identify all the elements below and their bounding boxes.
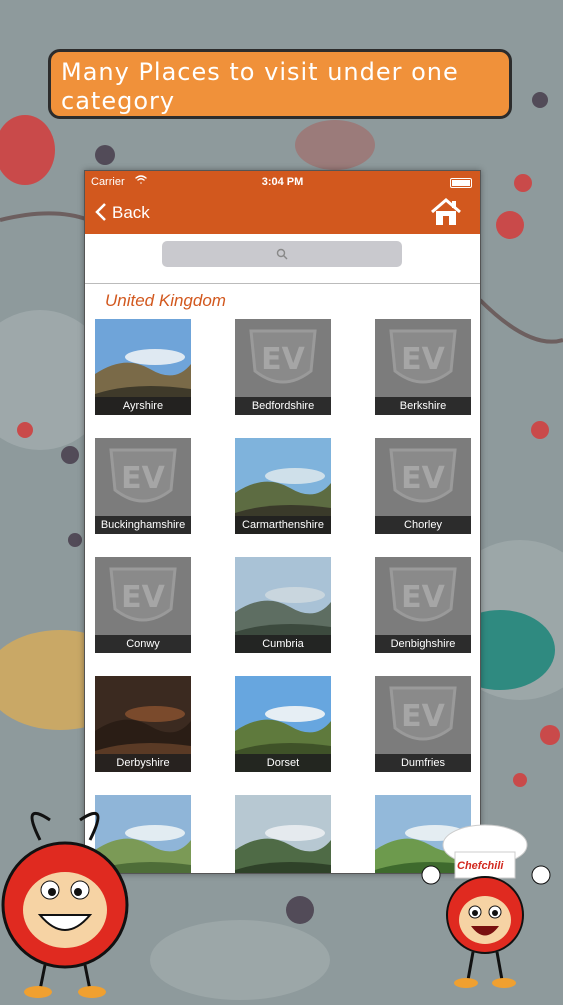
place-label: Chorley: [375, 516, 471, 534]
navigation-bar: Carrier 3:04 PM Back: [85, 171, 480, 234]
place-tile[interactable]: Cumbria: [235, 557, 331, 653]
back-label: Back: [112, 203, 150, 222]
app-screen: Carrier 3:04 PM Back United Kingdom Ayrs…: [84, 170, 481, 874]
place-tile[interactable]: EV Buckinghamshire: [95, 438, 191, 534]
battery-icon: [450, 178, 472, 188]
place-label: Bedfordshire: [235, 397, 331, 415]
place-tile[interactable]: EV Bedfordshire: [235, 319, 331, 415]
search-icon: [276, 248, 288, 260]
place-label: Denbighshire: [375, 635, 471, 653]
place-label: Derbyshire: [95, 754, 191, 772]
place-tile[interactable]: Dorset: [235, 676, 331, 772]
place-tile[interactable]: EV Denbighshire: [375, 557, 471, 653]
ev-logo-icon: EV: [389, 686, 457, 741]
ev-logo-icon: EV: [109, 448, 177, 503]
status-bar: Carrier 3:04 PM: [85, 175, 480, 191]
place-label: Dumfries: [375, 754, 471, 772]
place-tile[interactable]: [235, 795, 331, 873]
ev-logo-icon: EV: [389, 448, 457, 503]
ev-logo-icon: EV: [249, 329, 317, 384]
section-title: United Kingdom: [105, 291, 226, 310]
svg-text:EV: EV: [261, 342, 305, 377]
place-tile[interactable]: EV Berkshire: [375, 319, 471, 415]
home-button[interactable]: [430, 197, 462, 227]
back-button[interactable]: Back: [95, 201, 150, 225]
place-thumbnail: [235, 795, 331, 873]
svg-text:EV: EV: [401, 342, 445, 377]
place-label: Conwy: [95, 635, 191, 653]
chef-mascot-illustration: Chefchili: [413, 820, 563, 1000]
svg-text:EV: EV: [401, 699, 445, 734]
banner-text: Many Places to visit under one category: [61, 58, 459, 115]
place-label: Carmarthenshire: [235, 516, 331, 534]
home-icon: [431, 198, 461, 225]
red-mascot-illustration: [0, 800, 140, 1000]
chevron-left-icon: [95, 202, 107, 225]
place-label: Cumbria: [235, 635, 331, 653]
place-tile[interactable]: Ayrshire: [95, 319, 191, 415]
svg-text:EV: EV: [121, 461, 165, 496]
ev-logo-icon: EV: [389, 567, 457, 622]
place-tile[interactable]: Carmarthenshire: [235, 438, 331, 534]
ev-logo-icon: EV: [109, 567, 177, 622]
svg-text:EV: EV: [401, 580, 445, 615]
place-tile[interactable]: EV Chorley: [375, 438, 471, 534]
place-photo: [235, 795, 331, 873]
place-tile[interactable]: Derbyshire: [95, 676, 191, 772]
place-tile[interactable]: EV Dumfries: [375, 676, 471, 772]
svg-text:EV: EV: [121, 580, 165, 615]
place-label: Ayrshire: [95, 397, 191, 415]
promo-banner: Many Places to visit under one category: [48, 49, 512, 119]
search-input[interactable]: [162, 241, 402, 267]
svg-text:EV: EV: [401, 461, 445, 496]
place-label: Berkshire: [375, 397, 471, 415]
search-area: [85, 234, 480, 284]
chef-logo-text: Chefchili: [457, 860, 504, 872]
place-label: Buckinghamshire: [95, 516, 191, 534]
ev-logo-icon: EV: [389, 329, 457, 384]
place-label: Dorset: [235, 754, 331, 772]
clock: 3:04 PM: [261, 176, 304, 188]
place-tile[interactable]: EV Conwy: [95, 557, 191, 653]
